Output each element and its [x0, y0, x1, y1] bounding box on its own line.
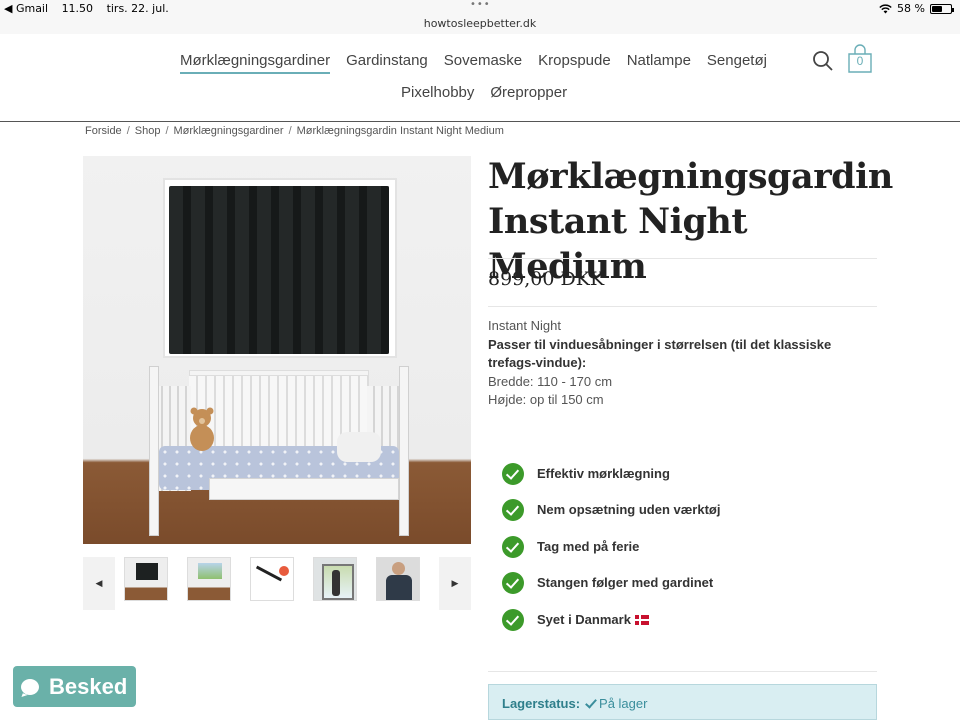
- thumbnail-strip: ◀ ▶: [83, 557, 471, 610]
- product-brand: Instant Night: [488, 318, 561, 333]
- breadcrumb-shop[interactable]: Shop: [135, 125, 161, 137]
- checkmark-icon: [585, 700, 595, 708]
- nav-item-natlampe[interactable]: Natlampe: [627, 52, 691, 74]
- feature-label: Syet i Danmark: [537, 611, 631, 627]
- check-icon: [502, 608, 524, 631]
- site-header: Mørklægningsgardiner Gardinstang Sovemas…: [0, 34, 960, 122]
- feature-label: Tag med på ferie: [537, 538, 640, 554]
- product-price: 899,00 DKK: [488, 268, 605, 290]
- thumbnail-4[interactable]: [313, 557, 357, 601]
- chat-button[interactable]: Besked: [13, 666, 136, 707]
- breadcrumb-category[interactable]: Mørklægningsgardiner: [174, 125, 284, 137]
- feature-item: Nem opsætning uden værktøj: [502, 499, 720, 535]
- feature-item: Tag med på ferie: [502, 535, 720, 572]
- chat-label: Besked: [49, 673, 128, 699]
- blackout-curtain: [169, 186, 389, 354]
- chevron-right-icon[interactable]: ▶: [439, 557, 471, 610]
- status-time: 11.50: [61, 2, 94, 15]
- product-main-image[interactable]: [83, 156, 471, 544]
- breadcrumb-separator: /: [288, 125, 292, 137]
- breadcrumb-current: Mørklægningsgardin Instant Night Medium: [296, 125, 504, 137]
- feature-item: Stangen følger med gardinet: [502, 572, 720, 608]
- check-icon: [502, 572, 524, 595]
- search-icon[interactable]: [812, 50, 834, 72]
- thumbnail-1[interactable]: [124, 557, 168, 601]
- check-icon: [502, 463, 524, 485]
- back-to-app-link[interactable]: ◀ Gmail: [4, 2, 48, 15]
- feature-list: Effektiv mørklægning Nem opsætning uden …: [502, 463, 720, 645]
- feature-label: Nem opsætning uden værktøj: [537, 502, 721, 518]
- nav-item-pixelhobby[interactable]: Pixelhobby: [401, 84, 474, 101]
- danish-flag-icon: [634, 614, 649, 625]
- feature-label: Effektiv mørklægning: [537, 466, 670, 481]
- chevron-left-icon[interactable]: ◀: [83, 557, 115, 610]
- breadcrumb-forside[interactable]: Forside: [85, 125, 122, 137]
- breadcrumb-separator: /: [126, 125, 130, 137]
- chat-bubble-icon: [21, 678, 39, 695]
- stock-value: På lager: [599, 696, 648, 711]
- teddy-bear: [190, 407, 214, 451]
- status-right: 58 %: [879, 2, 954, 15]
- check-icon: [502, 535, 524, 558]
- product-description: Instant Night Passer til vinduesåbninger…: [488, 317, 878, 410]
- divider: [488, 306, 877, 307]
- status-date: tirs. 22. jul.: [106, 2, 169, 15]
- fit-width: Bredde: 110 - 170 cm: [488, 373, 613, 389]
- divider: [488, 671, 877, 672]
- nav-item-sovemaske[interactable]: Sovemaske: [444, 52, 522, 74]
- stock-status-box: Lagerstatus: På lager: [488, 684, 877, 720]
- thumbnail-2[interactable]: [187, 557, 231, 601]
- address-bar-url[interactable]: howtosleepbetter.dk: [0, 17, 960, 30]
- feature-label: Stangen følger med gardinet: [537, 575, 714, 591]
- stock-label: Lagerstatus:: [502, 696, 581, 711]
- cart-count: 0: [856, 54, 864, 68]
- nav-item-sengetoj[interactable]: Sengetøj: [707, 52, 767, 74]
- fit-height: Højde: op til 150 cm: [488, 392, 604, 407]
- divider: [488, 258, 877, 259]
- wifi-icon: [879, 3, 892, 13]
- feature-item: Effektiv mørklægning: [502, 463, 720, 499]
- nav-item-kropspude[interactable]: Kropspude: [538, 52, 611, 74]
- fit-heading: Passer til vinduesåbninger i størrelsen …: [488, 336, 832, 371]
- main-nav-row2: Pixelhobby Ørepropper: [401, 84, 583, 101]
- thumbnail-3[interactable]: [250, 557, 294, 601]
- multitasking-dots[interactable]: •••: [470, 0, 491, 10]
- check-icon: [502, 499, 524, 522]
- nav-item-gardinstang[interactable]: Gardinstang: [346, 52, 428, 74]
- battery-icon: [930, 3, 954, 14]
- nav-item-morklaegningsgardiner[interactable]: Mørklægningsgardiner: [180, 52, 331, 74]
- feature-item: Syet i Danmark: [502, 608, 720, 645]
- baby-crib: [149, 366, 409, 541]
- status-bar: ◀ Gmail 11.50 tirs. 22. jul. ••• howtosl…: [0, 0, 960, 34]
- breadcrumb: Forside / Shop / Mørklægningsgardiner / Mørklæ…: [85, 125, 504, 137]
- breadcrumb-separator: /: [165, 125, 169, 137]
- main-nav: Mørklægningsgardiner Gardinstang Sovemas…: [180, 52, 783, 74]
- battery-percent: 58 %: [897, 2, 925, 15]
- nav-item-orepropper[interactable]: Ørepropper: [490, 84, 567, 101]
- status-left: ◀ Gmail 11.50 tirs. 22. jul.: [4, 2, 179, 15]
- thumbnail-5[interactable]: [376, 557, 420, 601]
